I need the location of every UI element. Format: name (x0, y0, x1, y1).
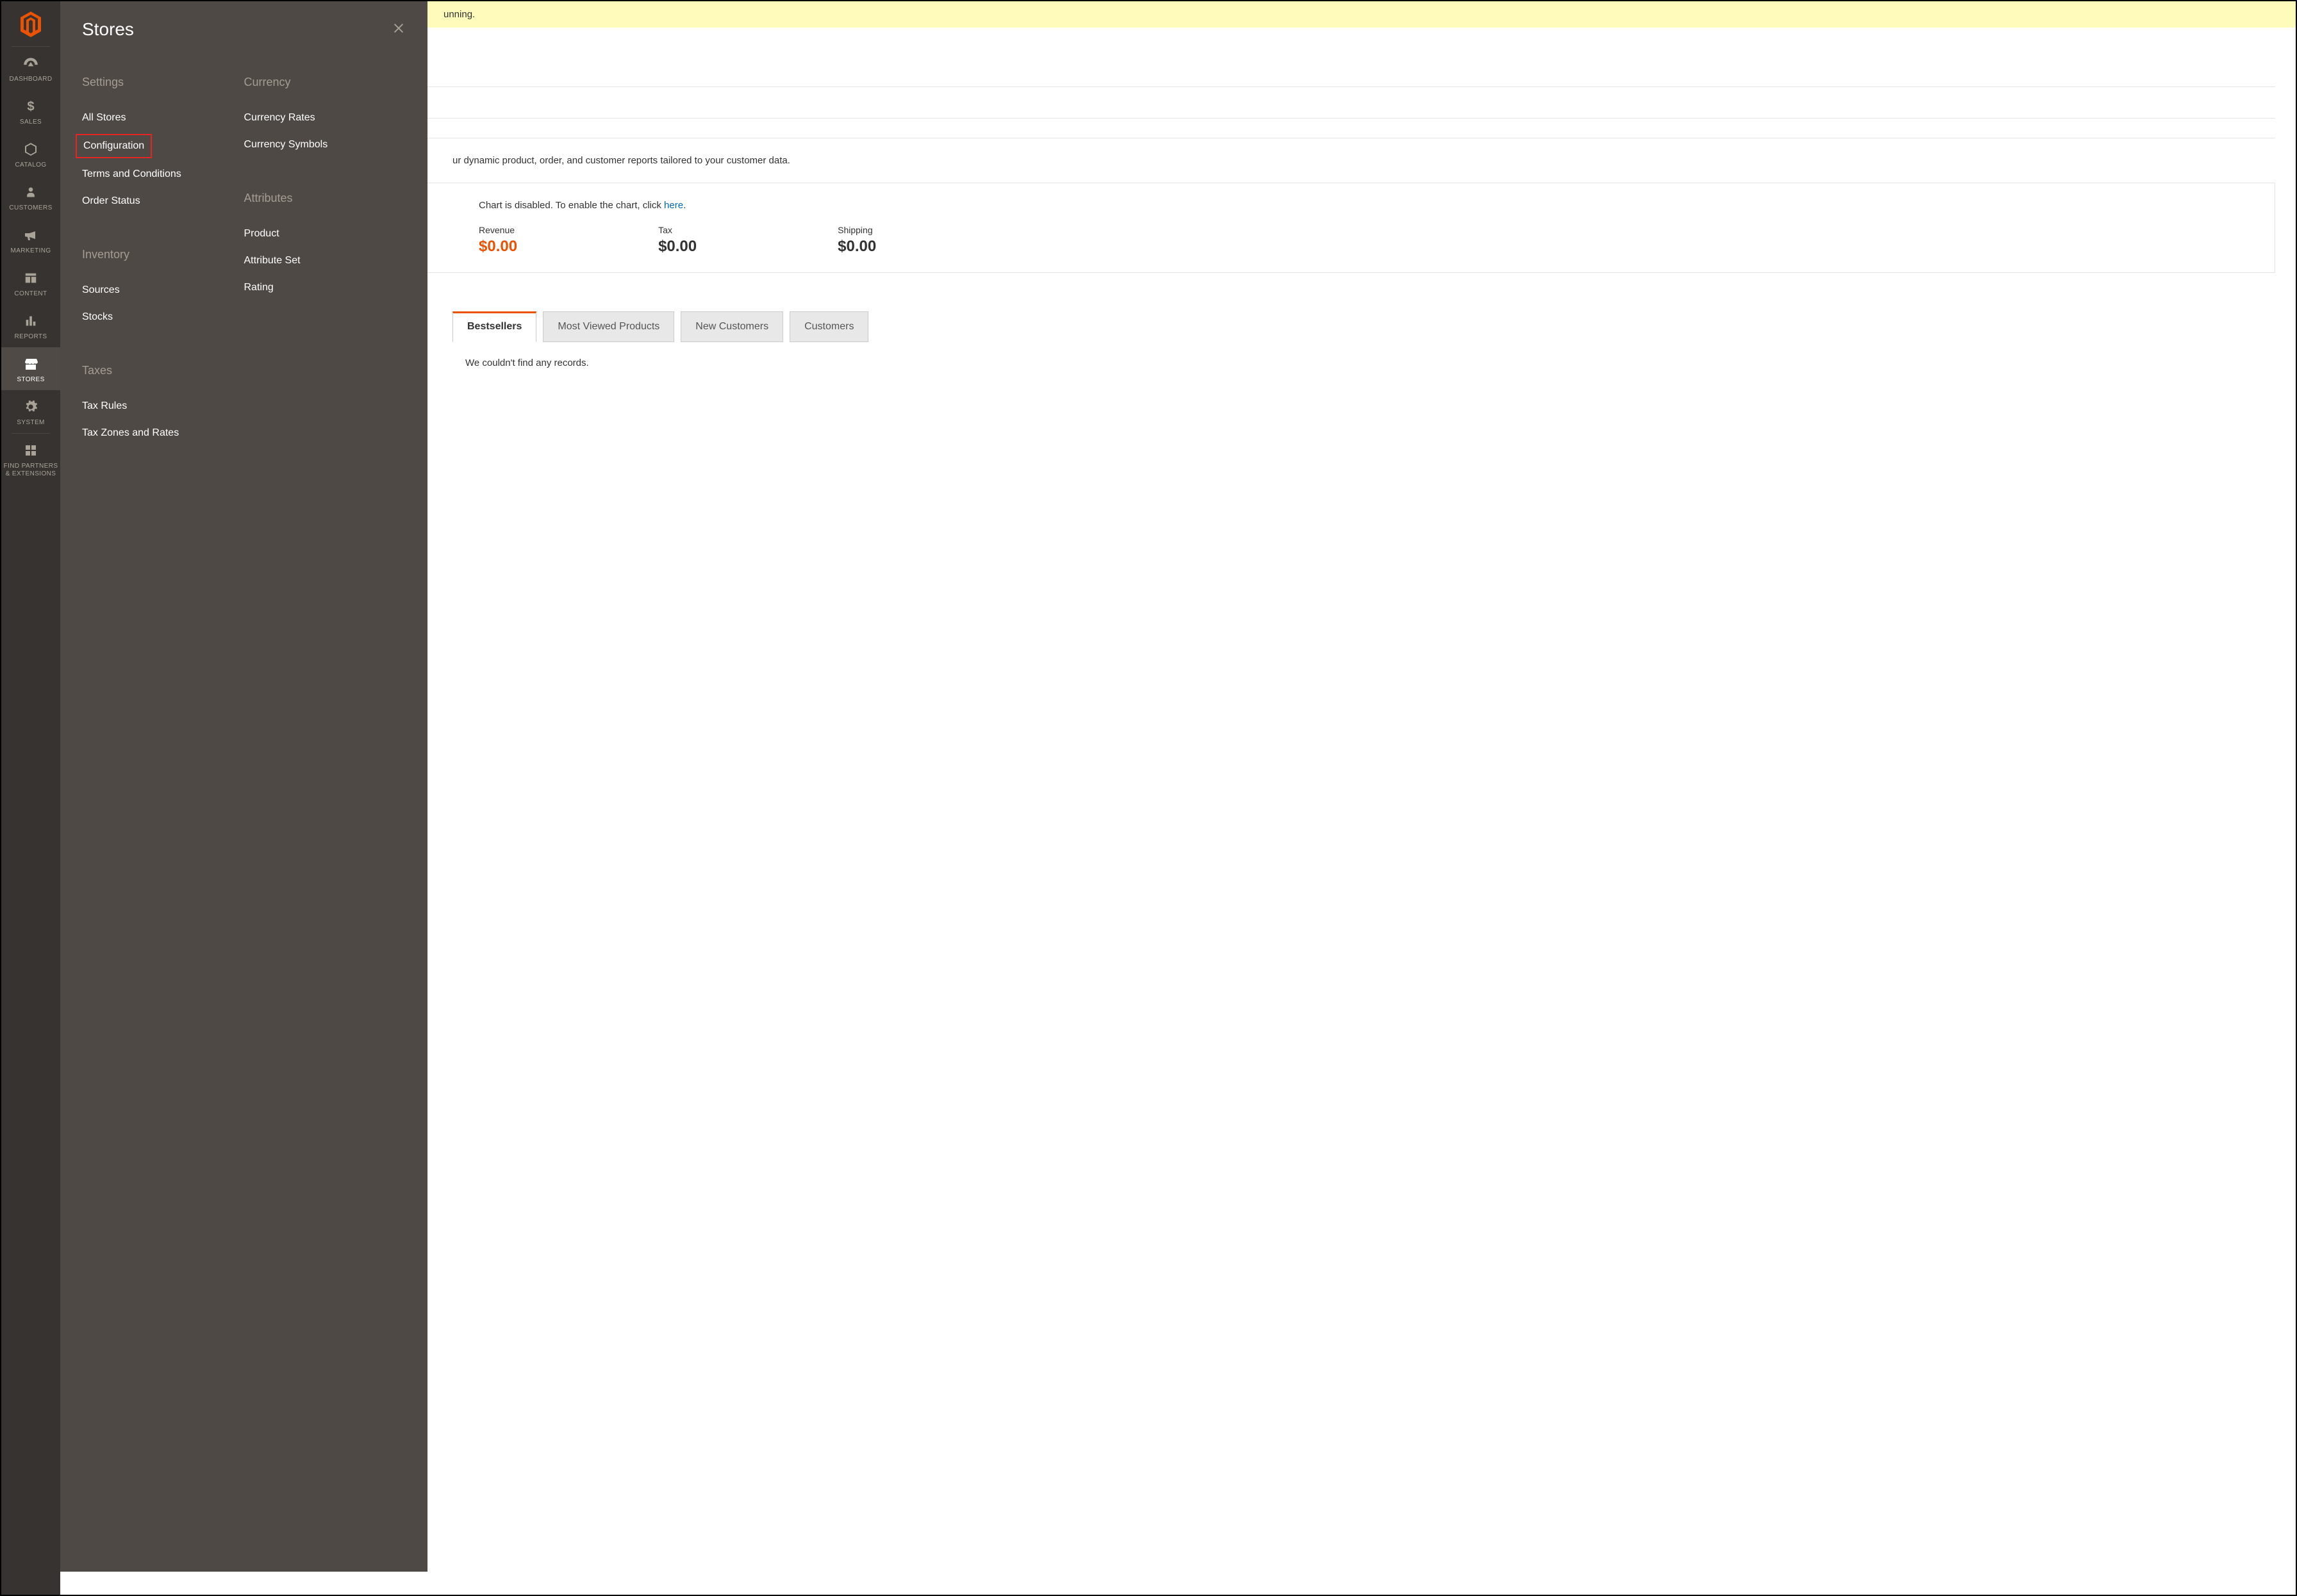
layout-icon (22, 269, 40, 287)
sidebar-item-sales[interactable]: $ SALES (1, 90, 60, 133)
stores-flyout-panel: Stores Settings All Stores Configuration Te… (60, 1, 427, 1572)
sidebar-item-label: SYSTEM (17, 419, 45, 427)
flyout-link-configuration[interactable]: Configuration (76, 134, 152, 158)
stat-label: Revenue (479, 225, 517, 235)
megaphone-icon (22, 226, 40, 244)
enable-chart-link[interactable]: here (664, 200, 683, 211)
flyout-link-all-stores[interactable]: All Stores (82, 104, 244, 131)
sidebar-item-catalog[interactable]: CATALOG (1, 133, 60, 176)
flyout-link-terms-and-conditions[interactable]: Terms and Conditions (82, 161, 244, 188)
blocks-icon (22, 441, 40, 459)
flyout-link-currency-symbols[interactable]: Currency Symbols (244, 131, 406, 158)
tab-most-viewed-products[interactable]: Most Viewed Products (543, 311, 674, 342)
flyout-group-title: Settings (82, 76, 244, 89)
flyout-link-stocks[interactable]: Stocks (82, 304, 244, 331)
sidebar-item-system[interactable]: SYSTEM (1, 390, 60, 433)
tab-bestsellers[interactable]: Bestsellers (452, 311, 536, 342)
sidebar-item-label: STORES (17, 376, 44, 384)
tab-customers[interactable]: Customers (790, 311, 868, 342)
stat-value: $0.00 (479, 238, 517, 256)
stat-block: Tax $0.00 (658, 225, 697, 256)
stat-value: $0.00 (838, 238, 876, 256)
flyout-group-title: Taxes (82, 364, 244, 377)
flyout-title: Stores (82, 19, 134, 40)
dollar-icon: $ (22, 97, 40, 115)
flyout-group-title: Inventory (82, 248, 244, 261)
no-records-text: We couldn't find any records. (465, 358, 589, 368)
sidebar-item-label: DASHBOARD (10, 76, 53, 83)
sidebar-item-label: SALES (20, 119, 42, 126)
flyout-group-title: Currency (244, 76, 406, 89)
sidebar-item-customers[interactable]: CUSTOMERS (1, 176, 60, 218)
sidebar-item-content[interactable]: CONTENT (1, 261, 60, 304)
flyout-link-tax-zones-and-rates[interactable]: Tax Zones and Rates (82, 420, 244, 447)
sidebar-item-reports[interactable]: REPORTS (1, 304, 60, 347)
gear-icon (22, 398, 40, 416)
close-icon[interactable] (392, 21, 406, 38)
bars-icon (22, 312, 40, 330)
stat-label: Tax (658, 225, 697, 235)
sidebar-item-stores[interactable]: STORES (1, 347, 60, 390)
stat-block: Revenue $0.00 (479, 225, 517, 256)
flyout-link-rating[interactable]: Rating (244, 274, 406, 301)
sidebar-item-label: FIND PARTNERS & EXTENSIONS (4, 463, 58, 478)
cube-icon (22, 140, 40, 158)
stat-label: Shipping (838, 225, 876, 235)
flyout-group-title: Attributes (244, 192, 406, 205)
flyout-link-product[interactable]: Product (244, 220, 406, 247)
sidebar-item-label: REPORTS (15, 333, 47, 341)
flyout-link-currency-rates[interactable]: Currency Rates (244, 104, 406, 131)
flyout-link-sources[interactable]: Sources (82, 277, 244, 304)
sidebar-item-label: MARKETING (10, 247, 51, 255)
sidebar-item-partners[interactable]: FIND PARTNERS & EXTENSIONS (1, 434, 60, 484)
tab-new-customers[interactable]: New Customers (681, 311, 783, 342)
svg-text:$: $ (27, 99, 34, 113)
store-icon (22, 355, 40, 373)
flyout-link-tax-rules[interactable]: Tax Rules (82, 393, 244, 420)
sidebar-item-label: CATALOG (15, 161, 46, 169)
sidebar-item-marketing[interactable]: MARKETING (1, 218, 60, 261)
sidebar-item-label: CONTENT (14, 290, 47, 298)
person-icon (22, 183, 40, 201)
stat-block: Shipping $0.00 (838, 225, 876, 256)
admin-sidebar: DASHBOARD $ SALES CATALOG CUSTOMERS MARK… (1, 1, 60, 1595)
magento-logo-icon (18, 10, 44, 38)
sidebar-item-label: CUSTOMERS (9, 204, 52, 212)
flyout-link-attribute-set[interactable]: Attribute Set (244, 247, 406, 274)
flyout-link-order-status[interactable]: Order Status (82, 188, 244, 215)
stat-value: $0.00 (658, 238, 697, 256)
gauge-icon (22, 54, 40, 72)
sidebar-item-dashboard[interactable]: DASHBOARD (1, 47, 60, 90)
